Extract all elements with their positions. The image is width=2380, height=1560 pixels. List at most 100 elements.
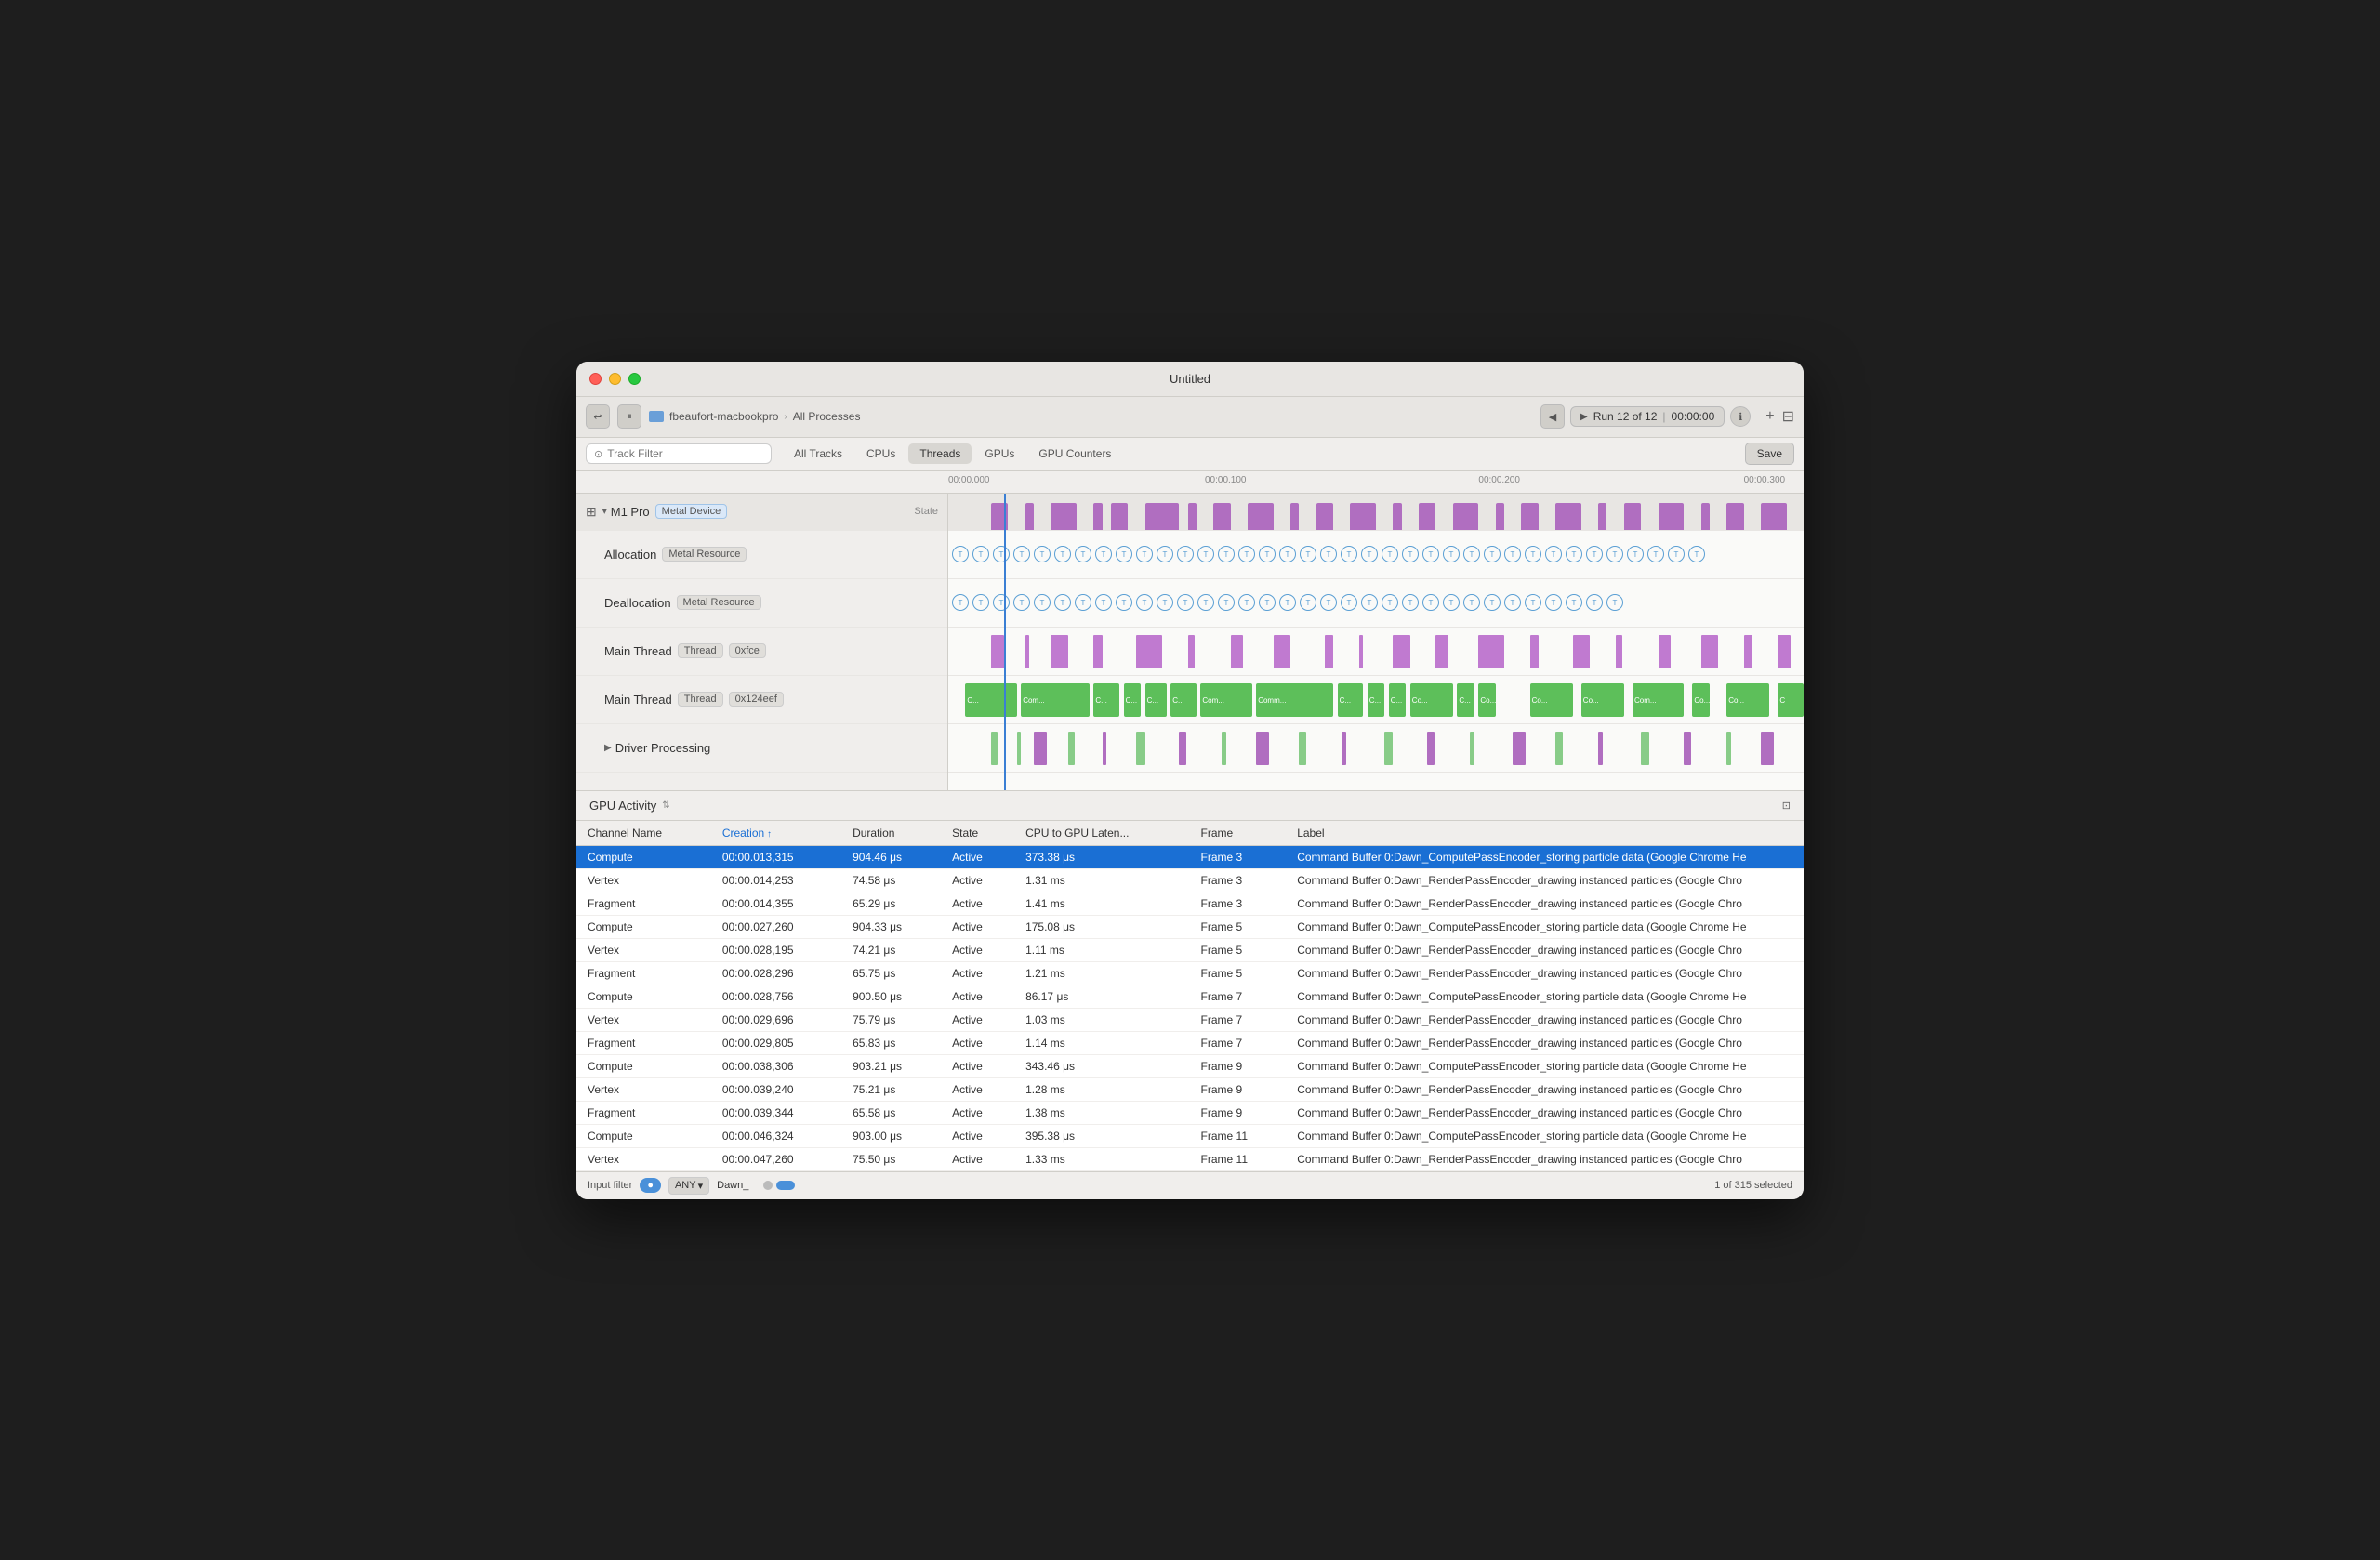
pause-button[interactable]: ⏸	[617, 404, 641, 429]
filter-icon: ⊙	[594, 448, 602, 460]
expand-icon[interactable]: ▾	[602, 507, 607, 517]
tab-cpus[interactable]: CPUs	[855, 443, 906, 464]
maximize-button[interactable]	[628, 373, 641, 385]
circle-t: T	[1647, 546, 1664, 562]
track-filter-input[interactable]	[607, 447, 737, 460]
minimize-button[interactable]	[609, 373, 621, 385]
track-allocation: Allocation Metal Resource	[576, 531, 947, 579]
col-label[interactable]: Label	[1286, 821, 1804, 846]
filter-any-label: ANY	[675, 1180, 696, 1191]
table-row[interactable]: Vertex00:00.047,26075.50 μsActive1.33 ms…	[576, 1147, 1804, 1170]
table-row[interactable]: Compute00:00.046,324903.00 μsActive395.3…	[576, 1124, 1804, 1147]
prev-run-button[interactable]: ◀	[1540, 404, 1565, 429]
back-button[interactable]: ↩	[586, 404, 610, 429]
col-frame[interactable]: Frame	[1190, 821, 1287, 846]
viz-main-thread-1	[948, 628, 1804, 676]
toolbar: ↩ ⏸ fbeaufort-macbookpro › All Processes…	[576, 397, 1804, 438]
table-row[interactable]: Compute00:00.038,306903.21 μsActive343.4…	[576, 1054, 1804, 1077]
circle-t: T	[1136, 594, 1153, 611]
col-latency[interactable]: CPU to GPU Laten...	[1014, 821, 1189, 846]
timeline-ruler: 00:00.000 00:00.100 00:00.200 00:00.300	[576, 471, 1804, 494]
filter-dots	[763, 1181, 795, 1190]
col-channel[interactable]: Channel Name	[576, 821, 711, 846]
col-state[interactable]: State	[941, 821, 1014, 846]
table-row[interactable]: Vertex00:00.014,25374.58 μsActive1.31 ms…	[576, 868, 1804, 892]
cell-0: Compute	[576, 915, 711, 938]
cell-2: 74.58 μs	[841, 868, 941, 892]
breadcrumb-location: All Processes	[793, 410, 861, 423]
table-row[interactable]: Fragment00:00.029,80565.83 μsActive1.14 …	[576, 1031, 1804, 1054]
track-filter[interactable]: ⊙	[586, 443, 772, 464]
add-button[interactable]: +	[1765, 407, 1774, 426]
table-row[interactable]: Compute00:00.028,756900.50 μsActive86.17…	[576, 985, 1804, 1008]
filter-type-pill[interactable]: ●	[640, 1178, 661, 1193]
cell-0: Compute	[576, 1054, 711, 1077]
tab-all-tracks[interactable]: All Tracks	[783, 443, 853, 464]
circle-t: T	[1238, 546, 1255, 562]
circle-t: T	[993, 546, 1010, 562]
gpu-activity-header: GPU Activity ⇅ ⊡	[576, 791, 1804, 821]
deallocation-label: Deallocation	[604, 596, 671, 610]
monitor-icon	[649, 411, 664, 422]
circle-t: T	[1095, 546, 1112, 562]
expand-panel-icon[interactable]: ⊡	[1782, 800, 1791, 812]
cell-6: Command Buffer 0:Dawn_ComputePassEncoder…	[1286, 1124, 1804, 1147]
table-row[interactable]: Compute00:00.027,260904.33 μsActive175.0…	[576, 915, 1804, 938]
run-pill: ▶ Run 12 of 12 | 00:00:00	[1570, 406, 1725, 427]
table-row[interactable]: Vertex00:00.028,19574.21 μsActive1.11 ms…	[576, 938, 1804, 961]
split-button[interactable]: ⊟	[1782, 407, 1794, 426]
driver-expand-icon[interactable]: ▶	[604, 743, 612, 753]
cell-5: Frame 7	[1190, 1031, 1287, 1054]
cell-3: Active	[941, 961, 1014, 985]
table-row[interactable]: Fragment00:00.028,29665.75 μsActive1.21 …	[576, 961, 1804, 985]
cell-4: 1.33 ms	[1014, 1147, 1189, 1170]
col-creation[interactable]: Creation	[711, 821, 841, 846]
cell-4: 373.38 μs	[1014, 845, 1189, 868]
cell-4: 86.17 μs	[1014, 985, 1189, 1008]
viz-main-thread-2: C... Com... C... C... C... C... Com... C…	[948, 676, 1804, 724]
input-filter-label: Input filter	[588, 1180, 632, 1191]
table-row[interactable]: Vertex00:00.029,69675.79 μsActive1.03 ms…	[576, 1008, 1804, 1031]
cell-2: 74.21 μs	[841, 938, 941, 961]
cell-5: Frame 3	[1190, 845, 1287, 868]
circle-t: T	[1075, 594, 1091, 611]
cell-1: 00:00.046,324	[711, 1124, 841, 1147]
cell-3: Active	[941, 985, 1014, 1008]
circle-t: T	[1034, 594, 1051, 611]
circle-t: T	[1054, 546, 1071, 562]
table-row[interactable]: Fragment00:00.039,34465.58 μsActive1.38 …	[576, 1101, 1804, 1124]
statusbar: Input filter ● ANY ▾ Dawn_ 1 of 315 sele…	[576, 1171, 1804, 1199]
tab-gpus[interactable]: GPUs	[973, 443, 1025, 464]
table-row[interactable]: Fragment00:00.014,35565.29 μsActive1.41 …	[576, 892, 1804, 915]
cell-1: 00:00.013,315	[711, 845, 841, 868]
cell-2: 904.46 μs	[841, 845, 941, 868]
filter-any-dropdown[interactable]: ANY ▾	[668, 1177, 709, 1195]
cell-2: 65.58 μs	[841, 1101, 941, 1124]
tab-gpu-counters[interactable]: GPU Counters	[1027, 443, 1122, 464]
m1-pro-label: M1 Pro	[611, 505, 650, 519]
circle-t: T	[1177, 594, 1194, 611]
cell-1: 00:00.028,756	[711, 985, 841, 1008]
close-button[interactable]	[589, 373, 602, 385]
circle-t: T	[1382, 594, 1398, 611]
sort-icon[interactable]: ⇅	[662, 800, 669, 811]
cell-6: Command Buffer 0:Dawn_RenderPassEncoder_…	[1286, 1147, 1804, 1170]
cell-1: 00:00.014,355	[711, 892, 841, 915]
table-row[interactable]: Compute00:00.013,315904.46 μsActive373.3…	[576, 845, 1804, 868]
cell-6: Command Buffer 0:Dawn_ComputePassEncoder…	[1286, 985, 1804, 1008]
circle-t: T	[1279, 546, 1296, 562]
save-button[interactable]: Save	[1745, 443, 1794, 465]
cell-6: Command Buffer 0:Dawn_ComputePassEncoder…	[1286, 915, 1804, 938]
circle-t: T	[1116, 546, 1132, 562]
cell-3: Active	[941, 1008, 1014, 1031]
cell-5: Frame 3	[1190, 868, 1287, 892]
info-button[interactable]: ℹ	[1730, 406, 1751, 427]
col-duration[interactable]: Duration	[841, 821, 941, 846]
table-row[interactable]: Vertex00:00.039,24075.21 μsActive1.28 ms…	[576, 1077, 1804, 1101]
tab-threads[interactable]: Threads	[908, 443, 972, 464]
gpu-activity-table-container[interactable]: Channel Name Creation Duration State CPU…	[576, 821, 1804, 1171]
circle-t: T	[1320, 546, 1337, 562]
track-main-thread-2: Main Thread Thread 0x124eef	[576, 676, 947, 724]
cell-0: Fragment	[576, 1101, 711, 1124]
track-labels: ⊞ ▾ M1 Pro Metal Device State Allocation…	[576, 494, 948, 790]
